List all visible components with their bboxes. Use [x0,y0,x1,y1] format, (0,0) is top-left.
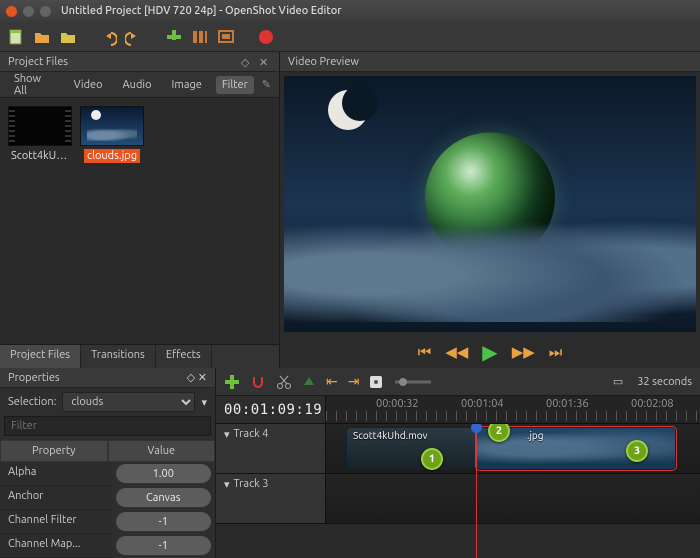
track-collapse-icon[interactable]: ▾ [224,478,230,519]
tab-project-files[interactable]: Project Files [0,345,81,368]
project-files-list[interactable]: Scott4kUhd... clouds.jpg [0,98,279,344]
video-preview-pane: Video Preview ⏮ ◀◀ ▶ ▶▶ ⏭ [280,52,700,368]
timeline-ruler-row: 00:01:09:19 00:00:32 00:01:04 00:01:36 0… [216,396,700,424]
property-value[interactable]: 1.00 [116,464,212,484]
window-title: Untitled Project [HDV 720 24p] - OpenSho… [61,5,342,17]
preview-moon-graphic [328,90,368,130]
close-pane-icon[interactable]: ✕ [259,56,271,68]
filter-image[interactable]: Image [166,76,208,94]
property-value[interactable]: Canvas [116,488,212,508]
next-marker-button[interactable]: ⇥ [348,373,360,390]
timeline-clip-video[interactable]: Scott4kUhd.mov [346,427,476,470]
file-label: clouds.jpg [84,149,140,163]
playback-controls: ⏮ ◀◀ ▶ ▶▶ ⏭ [280,336,700,368]
timeline-tracks[interactable]: ▾Track 4 Scott4kUhd.mov .jpg 1 2 3 ▾Trac… [216,424,700,558]
property-row: Anchor Canvas [0,486,215,510]
col-value: Value [108,440,216,462]
track-label: Track 4 [234,428,269,469]
jump-start-button[interactable]: ⏮ [418,343,432,361]
file-item-video[interactable]: Scott4kUhd... [8,106,72,163]
play-button[interactable]: ▶ [482,340,497,364]
window-titlebar: Untitled Project [HDV 720 24p] - OpenSho… [0,0,700,22]
playhead[interactable] [476,424,477,558]
timeline-toolbar: ⇤ ⇥ ▭ 32 seconds [216,368,700,396]
snapping-toggle[interactable] [250,374,266,390]
undock-icon[interactable]: ◇ [241,56,253,68]
properties-pane: Properties ◇ ✕ Selection: clouds ▾ Prope… [0,368,216,558]
choose-profile-button[interactable] [190,27,210,47]
file-label: Scott4kUhd... [8,149,72,163]
timeline-track: ▾Track 4 Scott4kUhd.mov .jpg 1 2 3 [216,424,700,474]
annotation-marker: 1 [421,448,443,470]
window-minimize-button[interactable] [23,6,34,17]
timeline-pane: ⇤ ⇥ ▭ 32 seconds 00:01:09:19 00:00:32 00… [216,368,700,558]
property-row: Alpha 1.00 [0,462,215,486]
tab-transitions[interactable]: Transitions [81,345,156,368]
save-project-button[interactable] [58,27,78,47]
filter-show-all[interactable]: Show All [8,70,60,100]
left-lower-tabs: Project Files Transitions Effects [0,344,279,368]
selection-label: Selection: [8,396,56,408]
center-playhead-button[interactable] [369,375,383,389]
redo-button[interactable] [124,27,144,47]
track-lane[interactable] [326,474,700,523]
main-toolbar [0,22,700,52]
selection-dropdown[interactable]: clouds [62,392,195,412]
rewind-button[interactable]: ◀◀ [445,343,468,361]
new-project-button[interactable] [6,27,26,47]
properties-filter-input[interactable] [4,416,211,436]
export-video-button[interactable] [256,27,276,47]
project-files-pane: Project Files ◇ ✕ Show All Video Audio I… [0,52,280,368]
filter-video[interactable]: Video [68,76,109,94]
track-label: Track 3 [234,478,269,519]
tab-effects[interactable]: Effects [156,345,212,368]
close-pane-icon[interactable]: ✕ [198,372,207,384]
add-marker-button[interactable] [302,375,316,389]
selection-menu-icon[interactable]: ▾ [201,396,207,409]
add-track-button[interactable] [224,374,240,390]
zoom-slider[interactable] [393,376,433,388]
jump-end-button[interactable]: ⏭ [549,343,563,361]
clear-filter-icon[interactable]: ✎ [262,78,271,91]
video-preview-header: Video Preview [280,52,700,72]
video-preview-title: Video Preview [288,56,359,68]
razor-button[interactable] [276,374,292,390]
fast-forward-button[interactable]: ▶▶ [512,343,535,361]
property-value[interactable]: -1 [116,536,212,556]
window-close-button[interactable] [6,6,17,17]
project-files-title: Project Files [8,56,68,68]
import-files-button[interactable] [164,27,184,47]
video-preview-canvas[interactable] [284,76,696,332]
fullscreen-button[interactable] [216,27,236,47]
timeline-duration-icon: ▭ [613,375,623,388]
properties-columns: Property Value [0,440,215,462]
properties-title: Properties [8,372,60,384]
file-filter-tabs: Show All Video Audio Image Filter ✎ [0,72,279,98]
annotation-marker: 3 [626,440,648,462]
filter-audio[interactable]: Audio [117,76,158,94]
open-project-button[interactable] [32,27,52,47]
timeline-timecode: 00:01:09:19 [224,402,322,418]
prev-marker-button[interactable]: ⇤ [326,373,338,390]
timeline-duration-label: 32 seconds [637,376,692,388]
file-item-image[interactable]: clouds.jpg [80,106,144,163]
property-row: Channel Filter -1 [0,510,215,534]
timeline-ruler[interactable]: 00:00:32 00:01:04 00:01:36 00:02:08 00:0… [326,396,700,423]
track-lane[interactable]: Scott4kUhd.mov .jpg 1 2 3 [326,424,700,473]
property-value[interactable]: -1 [116,512,212,532]
undock-icon[interactable]: ◇ [187,372,195,384]
property-row: Channel Map... -1 [0,534,215,558]
preview-clouds-graphic [284,202,696,322]
filter-text[interactable]: Filter [216,76,254,94]
track-collapse-icon[interactable]: ▾ [224,428,230,469]
timeline-track: ▾Track 3 [216,474,700,524]
undo-button[interactable] [98,27,118,47]
col-property: Property [0,440,108,462]
window-maximize-button[interactable] [40,6,51,17]
